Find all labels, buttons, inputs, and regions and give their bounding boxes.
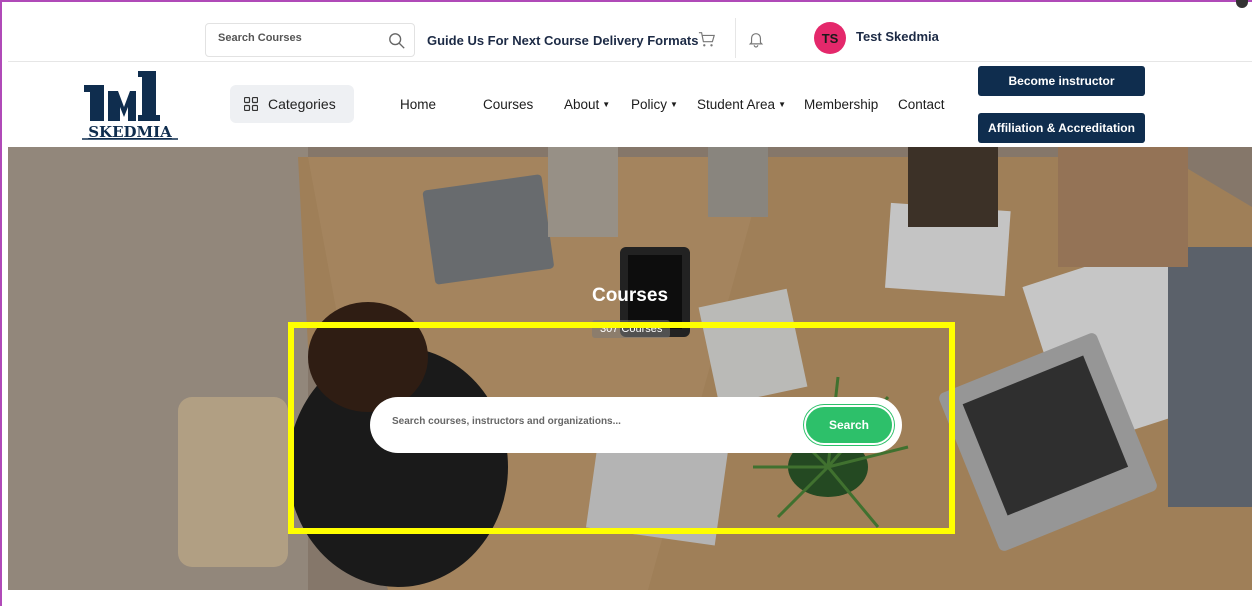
categories-button[interactable]: Categories [230,85,354,123]
divider [735,18,736,58]
nav-student-area[interactable]: Student Area ▼ [697,97,786,112]
main-nav: SKEDMIA Categories Home Courses About ▼ P… [8,63,1252,147]
avatar[interactable]: TS [814,22,846,54]
nav-contact[interactable]: Contact [898,97,945,112]
nav-courses[interactable]: Courses [483,97,533,112]
guide-us-link[interactable]: Guide Us For Next Course [427,33,589,48]
chevron-down-icon: ▼ [778,100,786,109]
grid-icon [244,97,258,111]
highlight-box [288,322,955,534]
top-search-box[interactable] [205,23,415,57]
affiliation-button[interactable]: Affiliation & Accreditation [978,113,1145,143]
user-name[interactable]: Test Skedmia [856,29,939,44]
nav-about[interactable]: About ▼ [564,97,610,112]
top-search-input[interactable] [218,32,378,44]
nav-policy-label: Policy [631,97,668,112]
nav-policy[interactable]: Policy ▼ [631,97,678,112]
nav-about-label: About [564,97,600,112]
nav-student-area-label: Student Area [697,97,776,112]
search-icon[interactable] [388,32,406,50]
delivery-formats-link[interactable]: Delivery Formats [593,33,699,48]
page-title: Courses [591,285,669,306]
chevron-down-icon: ▼ [602,100,611,109]
hero-banner: Courses 307 Courses Search [8,147,1252,590]
skedmia-logo[interactable]: SKEDMIA [80,67,180,143]
bell-icon[interactable] [748,30,764,48]
categories-label: Categories [268,96,336,112]
chevron-down-icon: ▼ [670,100,678,109]
nav-home[interactable]: Home [400,97,436,112]
become-instructor-button[interactable]: Become instructor [978,66,1145,96]
top-bar: Guide Us For Next Course Delivery Format… [8,8,1252,62]
cart-icon[interactable] [698,30,716,48]
corner-indicator [1236,0,1248,8]
nav-membership[interactable]: Membership [804,97,878,112]
